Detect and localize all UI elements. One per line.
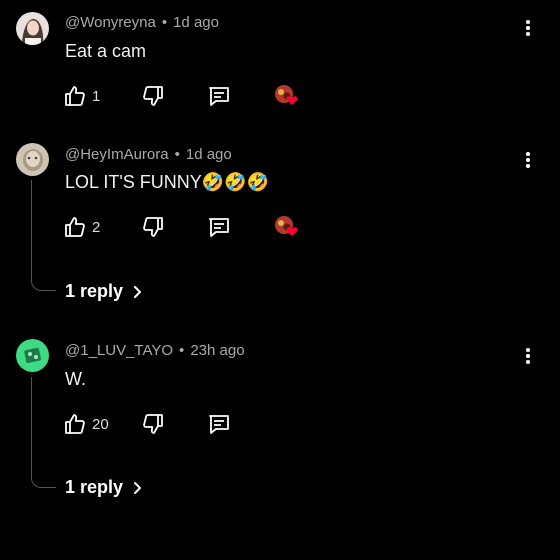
dislike-button[interactable] (141, 214, 165, 240)
thread-line (31, 377, 56, 488)
comment-text: Eat a cam (65, 41, 147, 61)
dislike-button[interactable] (141, 411, 165, 437)
username[interactable]: @1_LUV_TAYO (65, 342, 173, 359)
dislike-button[interactable] (141, 83, 165, 109)
chevron-right-icon (134, 481, 142, 494)
like-button[interactable]: 2 (63, 214, 100, 240)
reply-comment-icon (209, 415, 229, 434)
timestamp[interactable]: 1d ago (186, 146, 232, 163)
thumbs-down-icon (143, 414, 163, 434)
replies-label: 1 reply (65, 281, 124, 301)
reply-comment-icon (209, 218, 229, 237)
reply-button[interactable] (207, 411, 231, 437)
like-button[interactable]: 1 (63, 83, 100, 109)
comment-text: W. (65, 369, 86, 389)
thumbs-down-icon (143, 86, 163, 106)
timestamp[interactable]: 1d ago (173, 14, 219, 31)
avatar[interactable] (16, 12, 49, 45)
thumbs-up-icon (65, 217, 85, 237)
replies-label: 1 reply (65, 477, 124, 497)
like-count: 1 (92, 87, 101, 105)
like-button[interactable]: 20 (63, 411, 109, 437)
separator: • (179, 342, 185, 359)
username[interactable]: @Wonyreyna (65, 14, 156, 31)
view-replies-button[interactable]: 1 reply (65, 477, 145, 498)
comment-meta: @1_LUV_TAYO • 23h ago (65, 342, 245, 359)
timestamp[interactable]: 23h ago (190, 342, 244, 359)
reply-button[interactable] (207, 214, 231, 240)
reply-button[interactable] (207, 83, 231, 109)
comment-actions: 2 (63, 214, 323, 240)
thumbs-down-icon (143, 217, 163, 237)
username[interactable]: @HeyImAurora (65, 146, 169, 163)
reply-comment-icon (209, 87, 229, 106)
thumbs-up-icon (65, 414, 85, 434)
creator-heart-icon (273, 83, 301, 109)
like-count: 20 (92, 415, 109, 433)
thumbs-up-icon (65, 86, 85, 106)
comment-actions: 1 (63, 83, 323, 109)
separator: • (161, 14, 168, 31)
thread-line (31, 180, 56, 291)
more-vert-icon[interactable] (518, 17, 538, 39)
creator-heart-icon (273, 214, 301, 240)
comment-text: LOL IT'S FUNNY🤣🤣🤣 (65, 172, 270, 192)
separator: • (174, 146, 180, 163)
more-vert-icon[interactable] (518, 345, 538, 367)
avatar[interactable] (16, 339, 49, 372)
chevron-right-icon (134, 285, 142, 298)
more-vert-icon[interactable] (518, 149, 538, 171)
comment-meta: @Wonyreyna • 1d ago (65, 14, 219, 31)
comment-actions: 20 (63, 411, 323, 437)
comment-meta: @HeyImAurora • 1d ago (65, 146, 232, 163)
view-replies-button[interactable]: 1 reply (65, 281, 145, 302)
like-count: 2 (92, 218, 101, 236)
avatar[interactable] (16, 143, 49, 176)
